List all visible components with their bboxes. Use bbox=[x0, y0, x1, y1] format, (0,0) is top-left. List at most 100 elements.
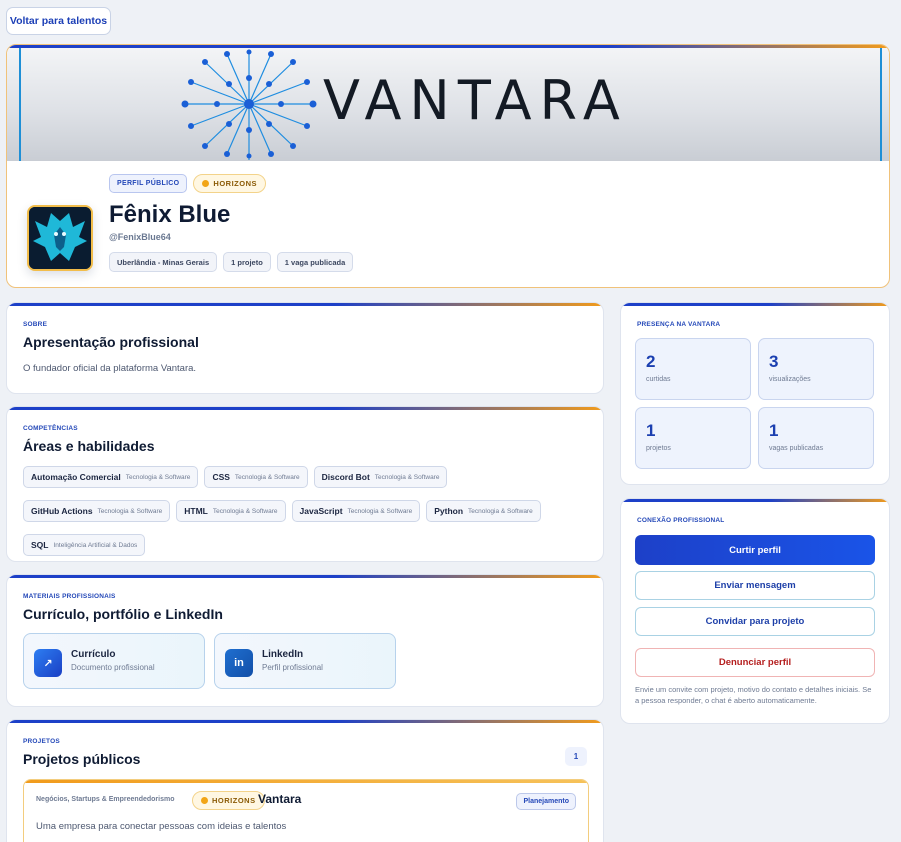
skills-eyebrow: COMPETÊNCIAS bbox=[23, 425, 78, 432]
about-card: SOBRE Apresentação profissional O fundad… bbox=[6, 302, 604, 394]
project-accent-bar bbox=[24, 780, 588, 783]
stat-label: visualizações bbox=[769, 376, 811, 383]
about-eyebrow: SOBRE bbox=[23, 321, 48, 328]
vantara-logo-icon bbox=[181, 49, 317, 160]
skill-name: SQL bbox=[31, 540, 49, 550]
skills-card: COMPETÊNCIAS Áreas e habilidades Automaç… bbox=[6, 406, 604, 562]
project-horizons-badge: HORIZONS bbox=[192, 791, 265, 810]
projects-eyebrow: PROJETOS bbox=[23, 738, 60, 745]
stat-value: 1 bbox=[769, 421, 779, 440]
skill-category: Tecnologia & Software bbox=[468, 507, 533, 515]
stat-views: 3 visualizações bbox=[758, 338, 874, 400]
profile-name: Fênix Blue bbox=[109, 201, 231, 228]
project-description: Uma empresa para conectar pessoas com id… bbox=[36, 821, 287, 832]
status-dot-icon bbox=[201, 797, 208, 804]
presence-eyebrow: PRESENÇA NA VANTARA bbox=[637, 321, 721, 328]
projects-title: Projetos públicos bbox=[23, 751, 141, 767]
projects-card: PROJETOS Projetos públicos 1 Negócios, S… bbox=[6, 719, 604, 842]
skill-category: Tecnologia & Software bbox=[212, 507, 278, 515]
stat-label: vagas publicadas bbox=[769, 445, 824, 452]
invite-to-project-button[interactable]: Convidar para projeto bbox=[635, 607, 875, 636]
stat-projects: 1 projetos bbox=[635, 407, 751, 469]
project-status-badge: Planejamento bbox=[516, 793, 576, 810]
skill-name: Discord Bot bbox=[321, 472, 370, 482]
linkedin-subtitle: Perfil profissional bbox=[262, 663, 323, 672]
project-count-chip: 1 projeto bbox=[223, 252, 271, 272]
materials-title: Currículo, portfólio e LinkedIn bbox=[23, 606, 223, 622]
phoenix-avatar-icon bbox=[29, 207, 91, 269]
linkedin-link-card[interactable]: in LinkedIn Perfil profissional bbox=[214, 633, 396, 689]
skill-category: Inteligência Artificial & Dados bbox=[53, 541, 138, 549]
skill-tag: Automação Comercial Tecnologia & Software bbox=[23, 466, 199, 488]
linkedin-title: LinkedIn bbox=[262, 649, 304, 660]
project-horizons-label: HORIZONS bbox=[212, 796, 256, 805]
like-profile-button[interactable]: Curtir perfil bbox=[635, 535, 875, 565]
linkedin-icon: in bbox=[225, 649, 253, 677]
project-name: Vantara bbox=[258, 792, 302, 806]
skill-category: Tecnologia & Software bbox=[374, 473, 440, 481]
send-message-button[interactable]: Enviar mensagem bbox=[635, 571, 875, 600]
avatar bbox=[27, 205, 93, 271]
resume-subtitle: Documento profissional bbox=[71, 663, 155, 672]
location-chip: Uberlândia - Minas Gerais bbox=[109, 252, 218, 272]
project-count-badge: 1 bbox=[565, 747, 587, 766]
card-accent-bar bbox=[7, 575, 603, 578]
profile-meta-row: Uberlândia - Minas Gerais 1 projeto 1 va… bbox=[109, 252, 354, 272]
skill-tag: GitHub Actions Tecnologia & Software bbox=[23, 500, 171, 522]
skills-title: Áreas e habilidades bbox=[23, 438, 155, 454]
stat-label: projetos bbox=[646, 445, 671, 452]
stat-label: curtidas bbox=[646, 376, 671, 383]
skill-category: Tecnologia & Software bbox=[97, 507, 163, 515]
materials-eyebrow: MATERIAIS PROFISSIONAIS bbox=[23, 593, 116, 600]
profile-banner: VANTARA bbox=[7, 45, 889, 161]
connection-card: CONEXÃO PROFISSIONAL Curtir perfil Envia… bbox=[620, 498, 890, 724]
stat-value: 1 bbox=[646, 421, 656, 440]
card-accent-bar bbox=[7, 720, 603, 723]
horizons-badge-label: HORIZONS bbox=[213, 179, 258, 188]
skill-name: HTML bbox=[184, 506, 208, 516]
card-accent-bar bbox=[7, 303, 603, 306]
skill-tag: JavaScript Tecnologia & Software bbox=[291, 500, 421, 522]
skill-name: Automação Comercial bbox=[31, 472, 121, 482]
skill-name: JavaScript bbox=[299, 506, 343, 516]
skill-tag: CSS Tecnologia & Software bbox=[204, 466, 308, 488]
presence-stats-grid: 2 curtidas 3 visualizações 1 projetos 1 vaga… bbox=[635, 338, 875, 469]
skill-name: GitHub Actions bbox=[31, 506, 93, 516]
resume-title: Currículo bbox=[71, 649, 116, 660]
status-dot-icon bbox=[202, 180, 210, 187]
skill-tag: Discord Bot Tecnologia & Software bbox=[313, 466, 448, 488]
presence-card: PRESENÇA NA VANTARA 2 curtidas 3 visualiza… bbox=[620, 302, 890, 485]
skill-category: Tecnologia & Software bbox=[347, 507, 413, 515]
banner-wordmark: VANTARA bbox=[323, 69, 628, 132]
skills-list: Automação Comercial Tecnologia & Software… bbox=[23, 466, 593, 556]
stat-value: 3 bbox=[769, 352, 779, 371]
card-accent-bar bbox=[621, 499, 889, 502]
skill-tag: SQL Inteligência Artificial & Dados bbox=[23, 534, 146, 556]
skill-tag: HTML Tecnologia & Software bbox=[176, 500, 286, 522]
connection-note: Envie um convite com projeto, motivo do … bbox=[635, 685, 872, 705]
profile-chip-row: PERFIL PÚBLICO HORIZONS bbox=[109, 174, 267, 193]
about-title: Apresentação profissional bbox=[23, 334, 199, 350]
external-link-icon: ↗ bbox=[34, 649, 62, 677]
skill-name: CSS bbox=[212, 472, 230, 482]
stat-jobs: 1 vagas publicadas bbox=[758, 407, 874, 469]
card-accent-bar bbox=[621, 303, 889, 306]
horizons-badge: HORIZONS bbox=[193, 174, 267, 193]
profile-handle: @FenixBlue64 bbox=[109, 232, 171, 242]
skill-category: Tecnologia & Software bbox=[234, 473, 300, 481]
skill-category: Tecnologia & Software bbox=[125, 473, 191, 481]
stat-value: 2 bbox=[646, 352, 656, 371]
back-to-talents-button[interactable]: Voltar para talentos bbox=[6, 7, 111, 35]
project-card[interactable]: Negócios, Startups & Empreendedorismo HO… bbox=[23, 779, 589, 842]
card-accent-bar bbox=[7, 407, 603, 410]
public-profile-badge: PERFIL PÚBLICO bbox=[109, 174, 188, 193]
profile-card: VANTARA PERFIL PÚBLICO HORIZONS Fênix Bl… bbox=[6, 44, 890, 288]
job-count-chip: 1 vaga publicada bbox=[276, 252, 354, 272]
skill-name: Python bbox=[434, 506, 464, 516]
report-profile-button[interactable]: Denunciar perfil bbox=[635, 648, 875, 677]
skill-tag: Python Tecnologia & Software bbox=[426, 500, 541, 522]
project-category: Negócios, Startups & Empreendedorismo bbox=[36, 796, 175, 803]
connection-eyebrow: CONEXÃO PROFISSIONAL bbox=[637, 517, 725, 524]
resume-link-card[interactable]: ↗ Currículo Documento profissional bbox=[23, 633, 205, 689]
banner-accent-bar bbox=[7, 45, 889, 48]
